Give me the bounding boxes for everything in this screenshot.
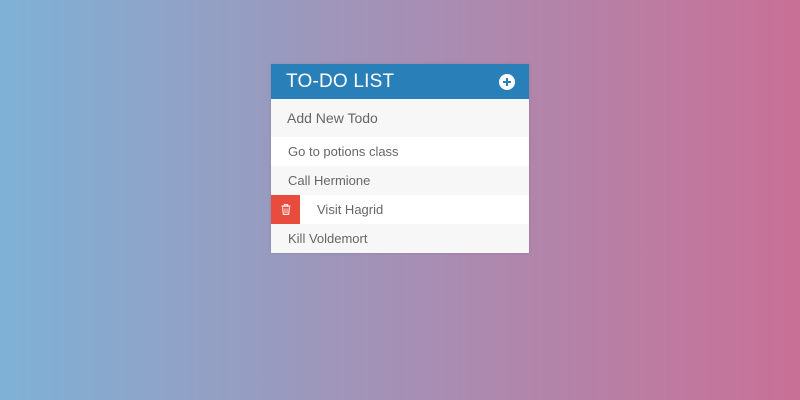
page-title: TO-DO LIST — [286, 70, 395, 92]
trash-icon — [281, 204, 291, 215]
todo-item-text: Kill Voldemort — [288, 231, 368, 246]
todo-item[interactable]: Kill Voldemort — [271, 224, 529, 253]
todo-item[interactable]: Go to potions class — [271, 137, 529, 166]
plus-circle-icon[interactable] — [499, 73, 515, 90]
todo-list: Go to potions class Call Hermione Visit … — [271, 137, 529, 253]
delete-button[interactable] — [271, 195, 300, 224]
todo-item[interactable]: Visit Hagrid — [271, 195, 529, 224]
todo-item-text: Visit Hagrid — [317, 202, 384, 217]
todo-item[interactable]: Call Hermione — [271, 166, 529, 195]
todo-header: TO-DO LIST — [271, 64, 529, 99]
todo-card: TO-DO LIST Go to potions class Call Herm… — [271, 64, 529, 253]
new-todo-input[interactable] — [271, 99, 529, 137]
todo-item-text: Call Hermione — [288, 173, 371, 188]
todo-item-text: Go to potions class — [288, 144, 399, 159]
